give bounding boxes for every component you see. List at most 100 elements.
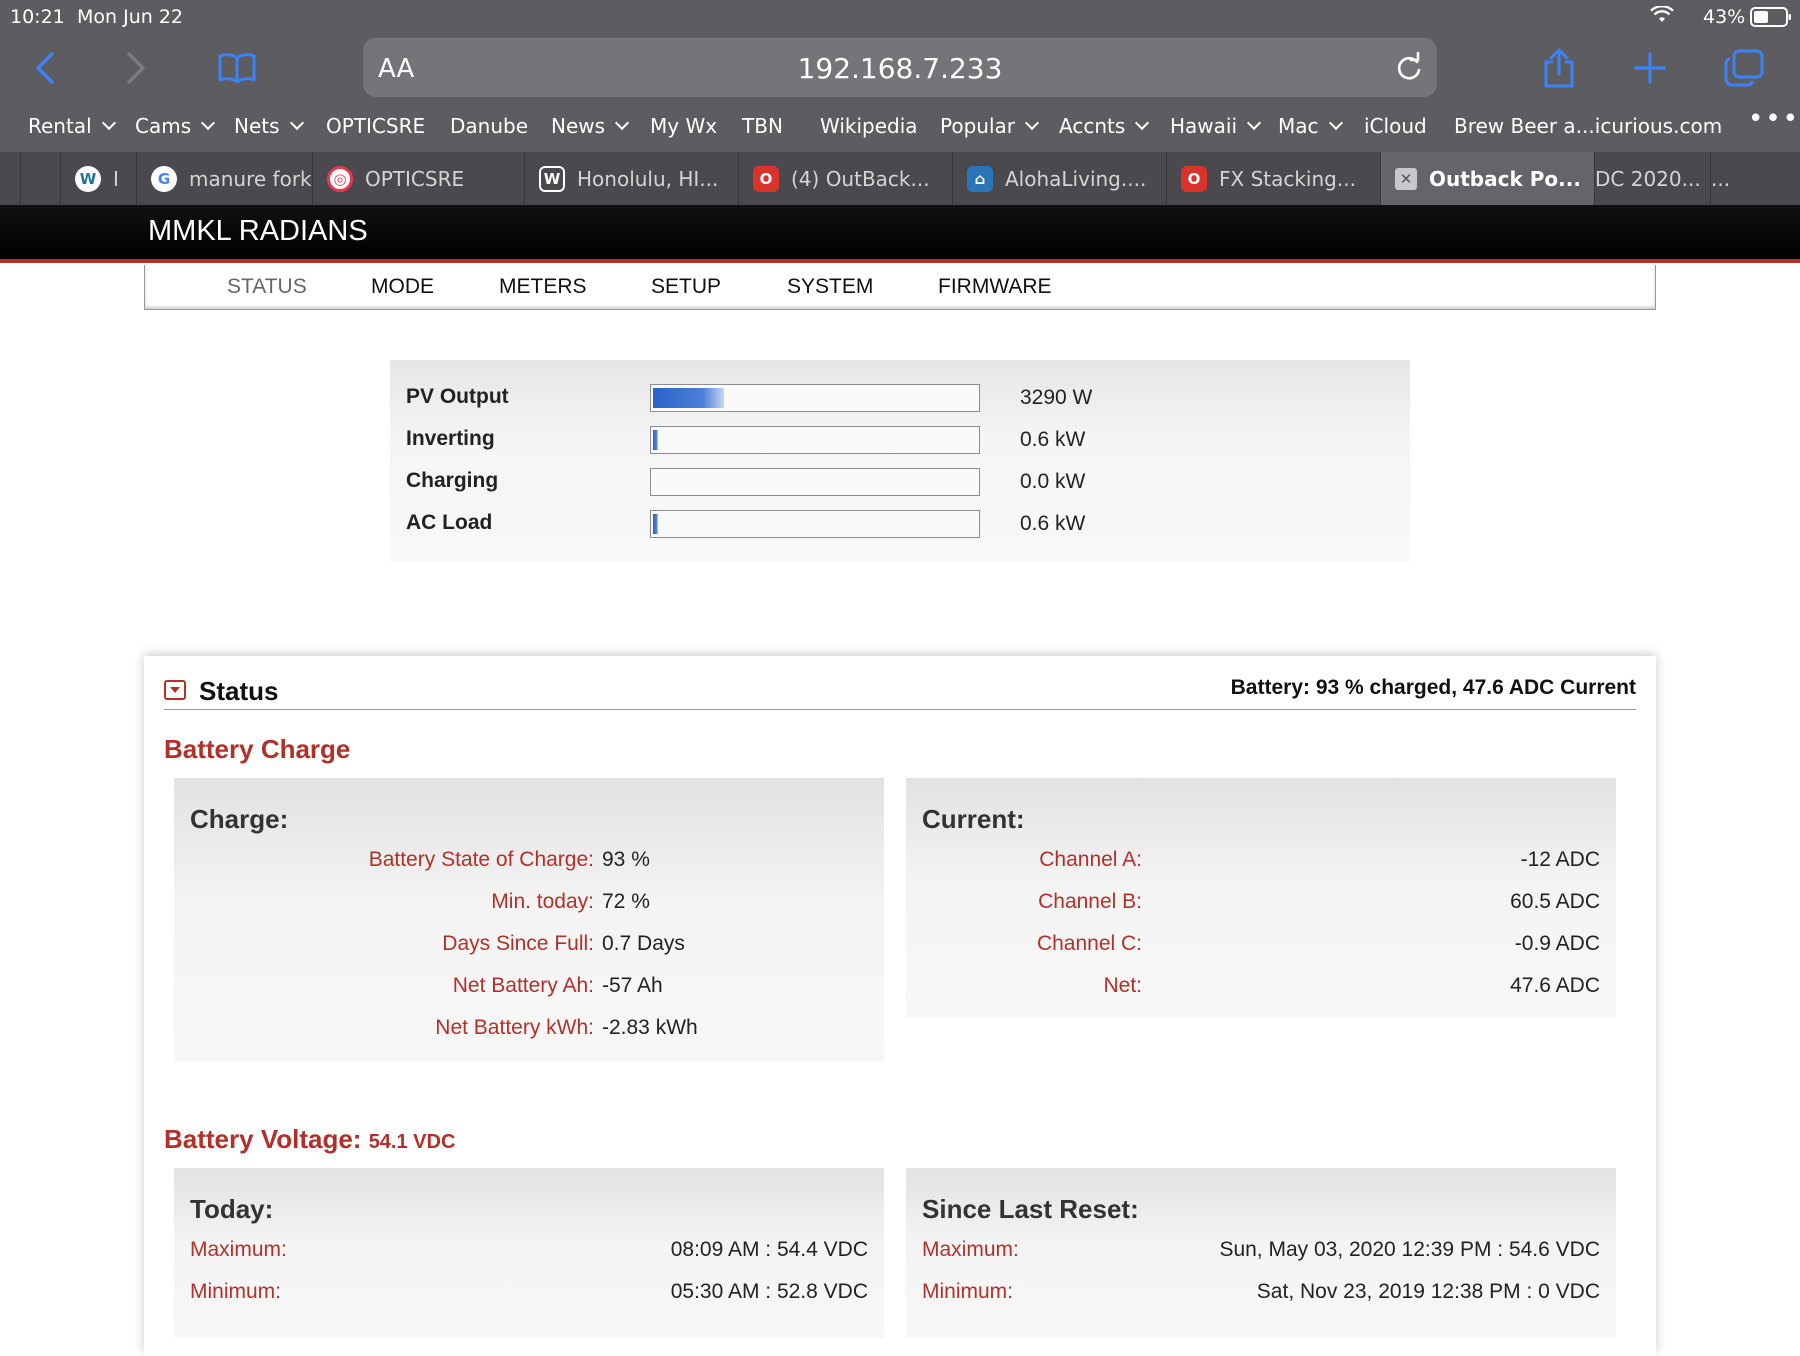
summary-label: AC Load (406, 511, 493, 534)
status-title: Status (199, 676, 279, 706)
ac-load-bar (650, 510, 980, 538)
wikipedia-icon: W (539, 165, 565, 192)
charge-heading: Charge: (190, 804, 289, 834)
browser-chrome: 10:21 Mon Jun 22 43% AA 192.168.7.233 Re… (0, 0, 1800, 205)
favorite-brew-beer[interactable]: Brew Beer a...icurious.com (1454, 114, 1722, 138)
reload-icon[interactable] (1393, 51, 1425, 89)
favorite-opticsre[interactable]: OPTICSRE (326, 114, 425, 138)
battery-charge-heading: Battery Charge (164, 734, 351, 764)
today-label: Minimum: (190, 1280, 282, 1303)
forward-button[interactable] (114, 46, 158, 90)
chevron-down-icon (101, 115, 116, 131)
favorite-hawaii[interactable]: Hawaii (1170, 114, 1262, 138)
share-icon[interactable] (1537, 46, 1581, 90)
tab-overflow[interactable]: ... (1710, 152, 1762, 205)
tab-honolulu[interactable]: W Honolulu, HI... (524, 152, 738, 205)
tabs-overview-icon[interactable] (1722, 46, 1766, 90)
back-button[interactable] (23, 46, 67, 90)
charge-label: Days Since Full: (442, 932, 594, 955)
inverting-bar (650, 426, 980, 454)
favorite-cams[interactable]: Cams (135, 114, 216, 138)
today-value: 05:30 AM : 52.8 VDC (670, 1280, 868, 1303)
menu-setup[interactable]: SETUP (651, 275, 721, 299)
battery-percent: 43% (1703, 6, 1746, 28)
status-date: Mon Jun 22 (77, 6, 184, 28)
app-title: MMKL RADIANS (148, 215, 368, 247)
power-summary: PV Output 3290 W Inverting 0.6 kW Chargi… (390, 360, 1410, 562)
menu-firmware[interactable]: FIRMWARE (938, 275, 1052, 299)
chevron-down-icon (1024, 115, 1040, 131)
tab-outback-forum[interactable]: O (4) OutBack... (738, 152, 952, 205)
favorite-nets[interactable]: Nets (234, 114, 304, 138)
battery-voltage-value: 54.1 VDC (368, 1131, 456, 1153)
tab-fx-stacking[interactable]: O FX Stacking... (1166, 152, 1380, 205)
current-value: -12 ADC (1520, 848, 1600, 871)
favorite-my-wx[interactable]: My Wx (650, 114, 717, 138)
url-text[interactable]: 192.168.7.233 (363, 52, 1437, 85)
status-panel: Status Battery: 93 % charged, 47.6 ADC C… (144, 656, 1656, 1356)
charge-value: -57 Ah (602, 974, 663, 997)
current-value: 60.5 ADC (1510, 890, 1600, 913)
favorite-icloud[interactable]: iCloud (1364, 114, 1427, 138)
outback-icon: O (753, 165, 779, 192)
current-heading: Current: (922, 804, 1025, 834)
more-icon[interactable]: ••• (1748, 104, 1800, 134)
summary-label: Charging (406, 469, 499, 492)
app-header: MMKL RADIANS (0, 205, 1800, 263)
since-reset-value: Sun, May 03, 2020 12:39 PM : 54.6 VDC (1219, 1238, 1600, 1261)
today-label: Maximum: (190, 1238, 287, 1261)
tab-manure-fork[interactable]: G manure fork. (136, 152, 312, 205)
main-menu: STATUS MODE METERS SETUP SYSTEM FIRMWARE (144, 265, 1656, 310)
summary-label: PV Output (406, 385, 509, 408)
tab-alohaliving[interactable]: ⌂ AlohaLiving.... (952, 152, 1166, 205)
favorite-danube[interactable]: Danube (450, 114, 528, 138)
tab-outback-power[interactable]: ✕ Outback Po... (1380, 152, 1594, 205)
menu-system[interactable]: SYSTEM (787, 275, 873, 299)
since-reset-heading: Since Last Reset: (922, 1194, 1139, 1224)
summary-value: 0.6 kW (1020, 512, 1086, 535)
close-icon[interactable]: ✕ (1395, 167, 1417, 190)
menu-status[interactable]: STATUS (227, 275, 307, 299)
current-label: Channel B: (1038, 890, 1142, 913)
menu-meters[interactable]: METERS (499, 275, 587, 299)
current-label: Channel C: (1036, 932, 1142, 955)
summary-value: 0.6 kW (1020, 428, 1086, 451)
current-value: -0.9 ADC (1514, 932, 1600, 955)
tab-blank[interactable] (20, 152, 60, 205)
status-time: 10:21 (10, 6, 65, 28)
status-header[interactable]: Status Battery: 93 % charged, 47.6 ADC C… (164, 674, 1636, 710)
new-tab-button[interactable] (1628, 46, 1672, 90)
favorite-popular[interactable]: Popular (940, 114, 1040, 138)
wordpress-icon: W (75, 165, 101, 192)
favorite-wikipedia[interactable]: Wikipedia (820, 114, 918, 138)
charging-bar (650, 468, 980, 496)
bookmarks-icon[interactable] (215, 46, 259, 90)
favorite-news[interactable]: News (551, 114, 630, 138)
favorite-accnts[interactable]: Accnts (1059, 114, 1150, 138)
battery-voltage-label: Battery Voltage: (164, 1124, 362, 1154)
favorite-tbn[interactable]: TBN (742, 114, 783, 138)
tab-dc-2020[interactable]: DC 2020... (1594, 152, 1710, 205)
bar-fill (653, 388, 725, 408)
tab-opticsre[interactable]: ◎ OPTICSRE (312, 152, 524, 205)
charge-label: Battery State of Charge: (368, 848, 594, 871)
address-bar[interactable]: AA 192.168.7.233 (363, 38, 1437, 97)
menu-mode[interactable]: MODE (371, 275, 434, 299)
bar-fill (653, 514, 658, 534)
since-reset-value: Sat, Nov 23, 2019 12:38 PM : 0 VDC (1256, 1280, 1600, 1303)
current-value: 47.6 ADC (1510, 974, 1600, 997)
today-heading: Today: (190, 1194, 274, 1224)
charge-value: -2.83 kWh (602, 1016, 698, 1039)
favorite-rental[interactable]: Rental (28, 114, 116, 138)
current-box: Current: Channel A: -12 ADC Channel B: 6… (906, 778, 1616, 1018)
house-icon: ⌂ (967, 165, 993, 192)
status-summary: Battery: 93 % charged, 47.6 ADC Current (1230, 676, 1636, 699)
charge-value: 0.7 Days (602, 932, 685, 955)
charge-label: Min. today: (491, 890, 594, 913)
collapse-toggle-icon[interactable] (164, 680, 186, 700)
favorite-mac[interactable]: Mac (1278, 114, 1343, 138)
battery-icon (1750, 7, 1792, 32)
chevron-down-icon (614, 115, 630, 131)
charge-value: 93 % (602, 848, 650, 871)
chevron-down-icon (1328, 115, 1343, 131)
